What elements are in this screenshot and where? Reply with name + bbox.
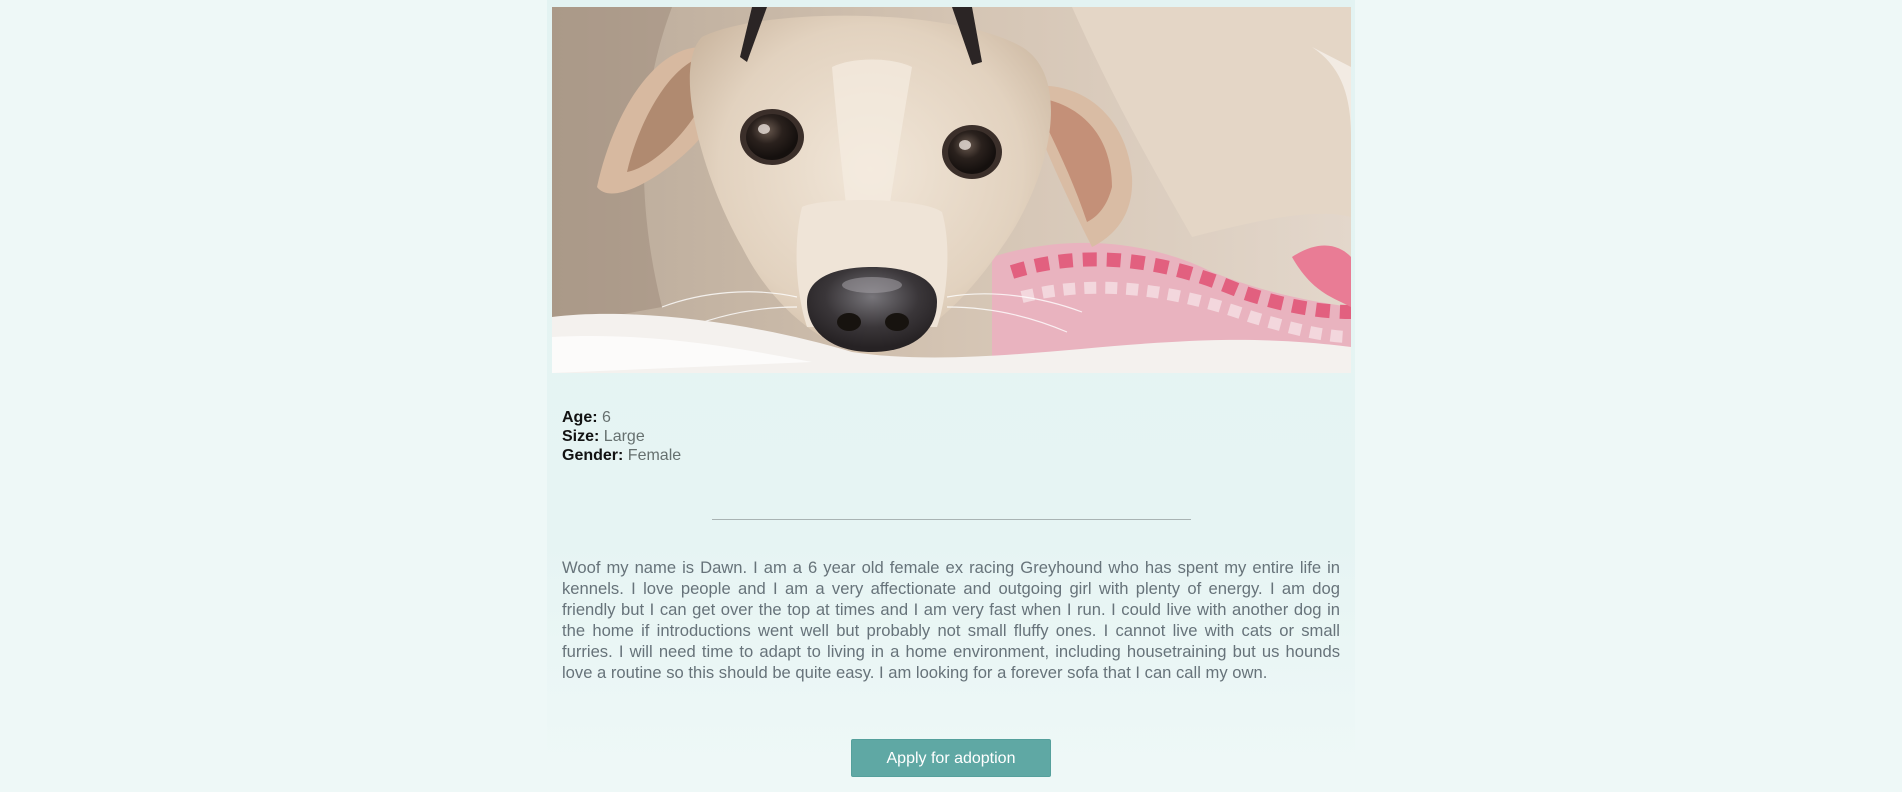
age-label: Age:: [562, 409, 598, 426]
gender-label: Gender:: [562, 447, 624, 464]
age-row: Age: 6: [562, 408, 681, 427]
gender-row: Gender: Female: [562, 446, 681, 465]
gender-value: Female: [627, 447, 682, 464]
section-divider: [712, 519, 1191, 520]
size-value: Large: [603, 428, 645, 445]
dog-photo-illustration: [552, 7, 1351, 373]
size-row: Size: Large: [562, 427, 681, 446]
pet-facts: Age: 6 Size: Large Gender: Female: [562, 408, 681, 465]
apply-for-adoption-button[interactable]: Apply for adoption: [851, 739, 1051, 777]
adoption-page: Age: 6 Size: Large Gender: Female Woof m…: [0, 0, 1902, 792]
size-label: Size:: [562, 428, 600, 445]
dog-photo: [552, 7, 1351, 373]
age-value: 6: [602, 409, 611, 426]
pet-bio: Woof my name is Dawn. I am a 6 year old …: [562, 558, 1340, 682]
